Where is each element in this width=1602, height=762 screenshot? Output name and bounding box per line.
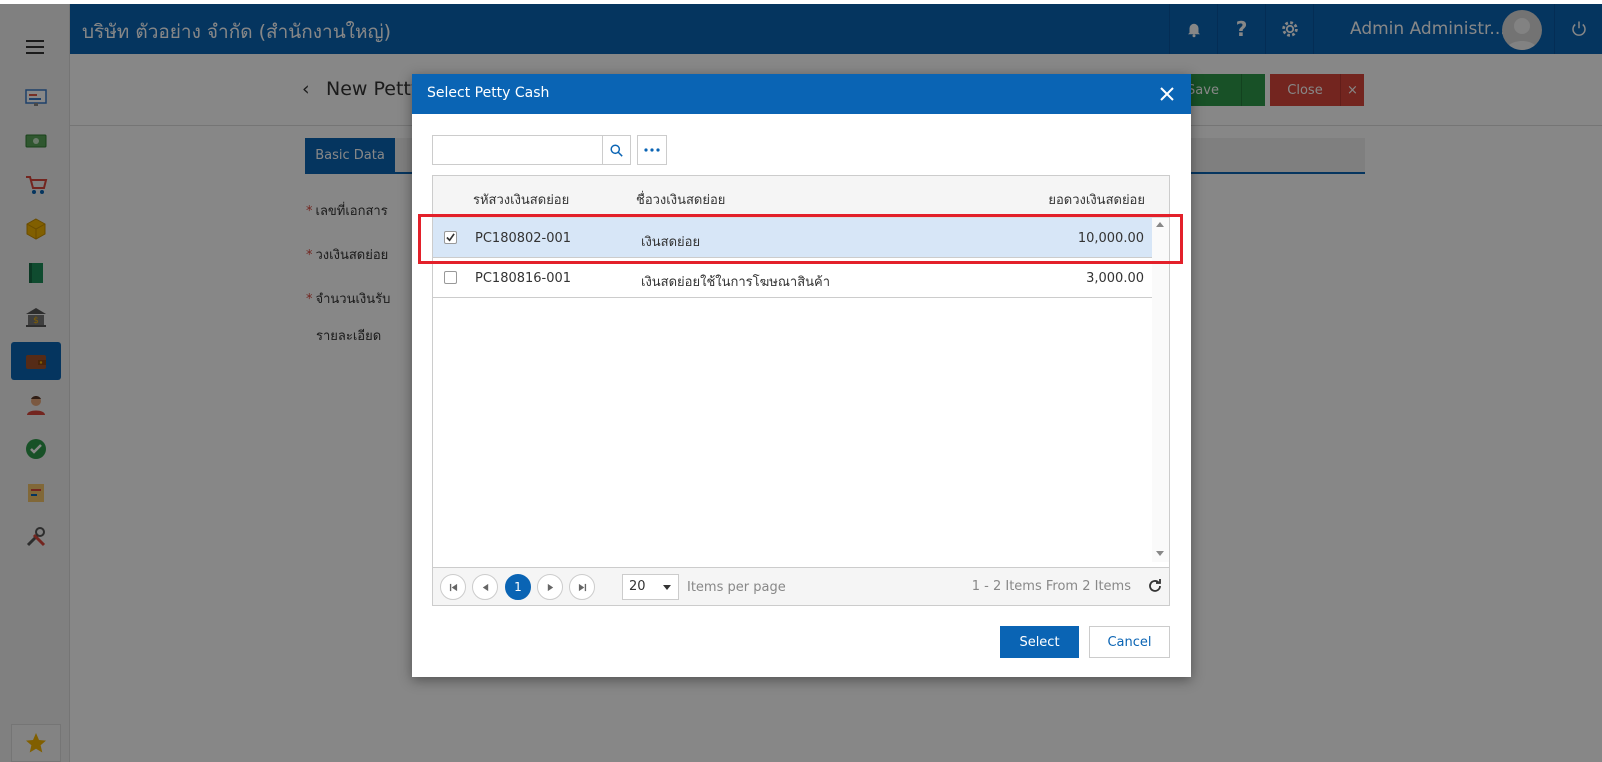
grid-header: รหัสวงเงินสดย่อย ชื่อวงเงินสดย่อย ยอดวงเ… <box>433 176 1169 218</box>
dialog-title: Select Petty Cash <box>427 85 550 101</box>
cancel-button[interactable]: Cancel <box>1089 626 1170 658</box>
first-page-button[interactable] <box>440 574 466 600</box>
grid-pager: 1 20 Items per page 1 - 2 Items From 2 I… <box>433 567 1169 605</box>
next-page-icon <box>547 583 553 591</box>
last-page-button[interactable] <box>569 574 595 600</box>
items-per-page-label: Items per page <box>687 580 786 595</box>
chevron-down-icon <box>663 585 671 590</box>
refresh-icon[interactable] <box>1147 578 1163 594</box>
first-page-icon <box>449 583 457 591</box>
scroll-down-icon[interactable] <box>1156 551 1164 556</box>
selection-highlight-box <box>418 214 1183 264</box>
table-row[interactable]: PC180816-001 เงินสดย่อยใช้ในการโฆษณาสินค… <box>433 258 1152 298</box>
last-page-icon <box>578 583 586 591</box>
advanced-search-button[interactable] <box>637 135 667 165</box>
dialog-header: Select Petty Cash <box>412 74 1191 114</box>
row-checkbox[interactable] <box>444 271 457 284</box>
search-icon <box>610 143 623 157</box>
pager-info: 1 - 2 Items From 2 Items <box>971 579 1131 594</box>
search-button[interactable] <box>602 135 631 165</box>
select-petty-cash-dialog: Select Petty Cash รหัสวงเงินสดย่อย ชื่อว… <box>412 74 1191 677</box>
prev-page-button[interactable] <box>472 574 498 600</box>
page-number-button[interactable]: 1 <box>505 574 531 600</box>
next-page-button[interactable] <box>537 574 563 600</box>
column-header-name[interactable]: ชื่อวงเงินสดย่อย <box>636 189 725 210</box>
cell-code: PC180816-001 <box>475 271 572 286</box>
prev-page-icon <box>482 583 488 591</box>
grid-scrollbar[interactable] <box>1152 218 1169 562</box>
page-size-select[interactable]: 20 <box>622 574 679 600</box>
column-header-amount[interactable]: ยอดวงเงินสดย่อย <box>1048 189 1145 210</box>
column-header-code[interactable]: รหัสวงเงินสดย่อย <box>473 189 569 210</box>
more-dots-icon <box>644 148 660 152</box>
cell-name: เงินสดย่อยใช้ในการโฆษณาสินค้า <box>641 275 831 290</box>
search-input[interactable] <box>432 135 602 165</box>
page-size-value: 20 <box>629 579 646 594</box>
close-icon <box>1160 87 1174 101</box>
dialog-close-button[interactable] <box>1155 82 1179 106</box>
cell-amount: 3,000.00 <box>1086 271 1144 286</box>
select-button[interactable]: Select <box>1000 626 1079 658</box>
